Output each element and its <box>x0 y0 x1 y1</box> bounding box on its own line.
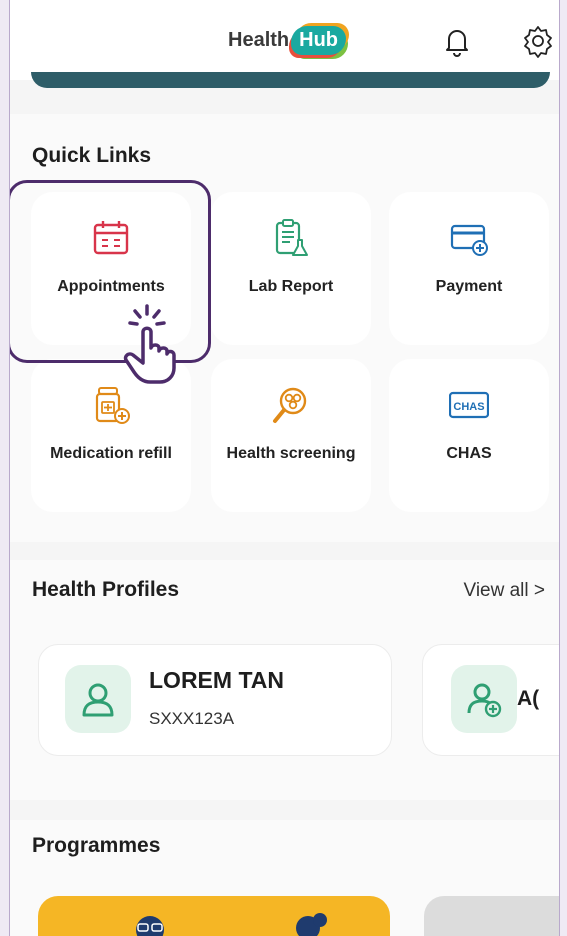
card-plus-icon <box>450 224 488 256</box>
logo-health-text: Health <box>228 28 290 51</box>
add-profile-label: A( <box>517 687 540 710</box>
tile-label: Lab Report <box>248 278 334 295</box>
quick-links-title: Quick Links <box>32 144 152 167</box>
tile-payment[interactable]: Payment <box>389 192 549 345</box>
tile-label: Payment <box>435 278 503 295</box>
tile-label: CHAS <box>446 445 492 462</box>
health-profiles-section: Health Profiles View all > LOREM TAN SXX… <box>10 560 559 800</box>
programme-card-next[interactable] <box>424 896 559 936</box>
avatar <box>451 665 517 733</box>
programme-card[interactable] <box>38 896 390 936</box>
avatar <box>65 665 131 733</box>
programmes-title: Programmes <box>32 834 161 857</box>
person-icon <box>82 683 114 717</box>
tile-health-screening[interactable]: Health screening <box>211 359 371 512</box>
tap-hand-icon <box>123 304 176 384</box>
profile-name: LOREM TAN <box>149 667 285 693</box>
banner-carousel-edge[interactable] <box>31 72 550 88</box>
tile-chas[interactable]: CHAS CHAS <box>389 359 549 512</box>
profile-card[interactable]: LOREM TAN SXXX123A <box>38 644 392 756</box>
tap-highlight-frame <box>10 180 211 363</box>
chas-card-icon: CHAS <box>449 391 489 419</box>
view-all-link[interactable]: View all > <box>463 580 545 602</box>
add-profile-card[interactable]: A( <box>422 644 559 756</box>
phone-screen: Health Hub Quick Links Appointments Lab … <box>9 0 560 936</box>
gear-icon[interactable] <box>521 24 555 58</box>
programmes-section: Programmes <box>10 820 559 936</box>
people-illustration <box>136 913 327 936</box>
chas-badge-text: CHAS <box>453 401 484 413</box>
healthhub-logo: Health Hub <box>228 22 347 58</box>
health-profiles-title: Health Profiles <box>32 578 180 601</box>
app-bar: Health Hub <box>10 0 559 80</box>
tile-lab-report[interactable]: Lab Report <box>211 192 371 345</box>
profile-id: SXXX123A <box>149 709 235 728</box>
logo-hub-text: Hub <box>291 25 347 55</box>
tile-label: Health screening <box>226 445 356 462</box>
magnifier-cells-icon <box>273 387 307 423</box>
pill-bottle-plus-icon <box>95 387 130 424</box>
clipboard-flask-icon <box>275 219 308 256</box>
bell-icon[interactable] <box>440 24 474 58</box>
tile-label: Medication refill <box>50 445 172 462</box>
add-person-icon <box>467 683 502 718</box>
